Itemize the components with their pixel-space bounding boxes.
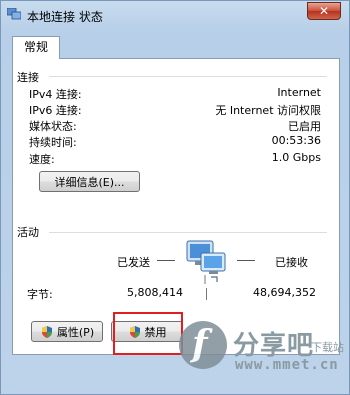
speed-value: 1.0 Gbps <box>271 151 321 164</box>
media-state-value: 已启用 <box>288 120 321 133</box>
bytes-label: 字节: <box>27 288 53 301</box>
computers-network-icon <box>186 240 226 284</box>
network-icon <box>7 8 21 20</box>
close-button[interactable]: ✕ <box>307 2 341 20</box>
title-bar[interactable]: 本地连接 状态 ✕ <box>1 1 350 29</box>
tab-general[interactable]: 常规 <box>12 36 60 59</box>
close-icon: ✕ <box>318 4 330 18</box>
received-dash <box>237 260 255 261</box>
bytes-received-value: 48,694,352 <box>253 286 316 299</box>
properties-button[interactable]: 属性(P) <box>31 321 103 342</box>
window-title: 本地连接 状态 <box>27 10 103 24</box>
details-button-label: 详细信息(E)... <box>54 175 125 189</box>
watermark: f 分享吧 下载站 www.mmet.cn <box>179 319 349 391</box>
ipv6-value: 无 Internet 访问权限 <box>215 104 321 117</box>
sent-label: 已发送 <box>117 256 150 269</box>
ipv6-label: IPv6 连接: <box>29 104 82 117</box>
details-button[interactable]: 详细信息(E)... <box>39 171 140 192</box>
connection-status-window: 本地连接 状态 ✕ 常规 连接 IPv4 连接: Internet IPv6 连… <box>0 0 350 395</box>
connection-heading: 连接 <box>17 71 39 84</box>
connection-divider <box>49 76 327 77</box>
sent-dash <box>157 260 175 261</box>
media-state-label: 媒体状态: <box>29 120 77 133</box>
shield-icon <box>41 325 52 338</box>
ipv4-label: IPv4 连接: <box>29 88 82 101</box>
bytes-sent-value: 5,808,414 <box>127 286 183 299</box>
activity-heading: 活动 <box>17 226 39 239</box>
speed-label: 速度: <box>29 153 55 166</box>
watermark-logo: f <box>179 321 227 369</box>
highlight-box <box>113 312 183 355</box>
activity-divider <box>49 232 327 233</box>
watermark-url: www.mmet.cn <box>235 357 339 373</box>
duration-label: 持续时间: <box>29 136 77 149</box>
duration-value: 00:53:36 <box>271 134 321 147</box>
bytes-separator <box>206 288 207 300</box>
properties-button-label: 属性(P) <box>56 325 95 339</box>
received-label: 已接收 <box>275 256 308 269</box>
watermark-logo-letter: f <box>192 323 208 365</box>
watermark-subtitle: 下载站 <box>311 341 344 354</box>
ipv4-value: Internet <box>277 86 321 99</box>
